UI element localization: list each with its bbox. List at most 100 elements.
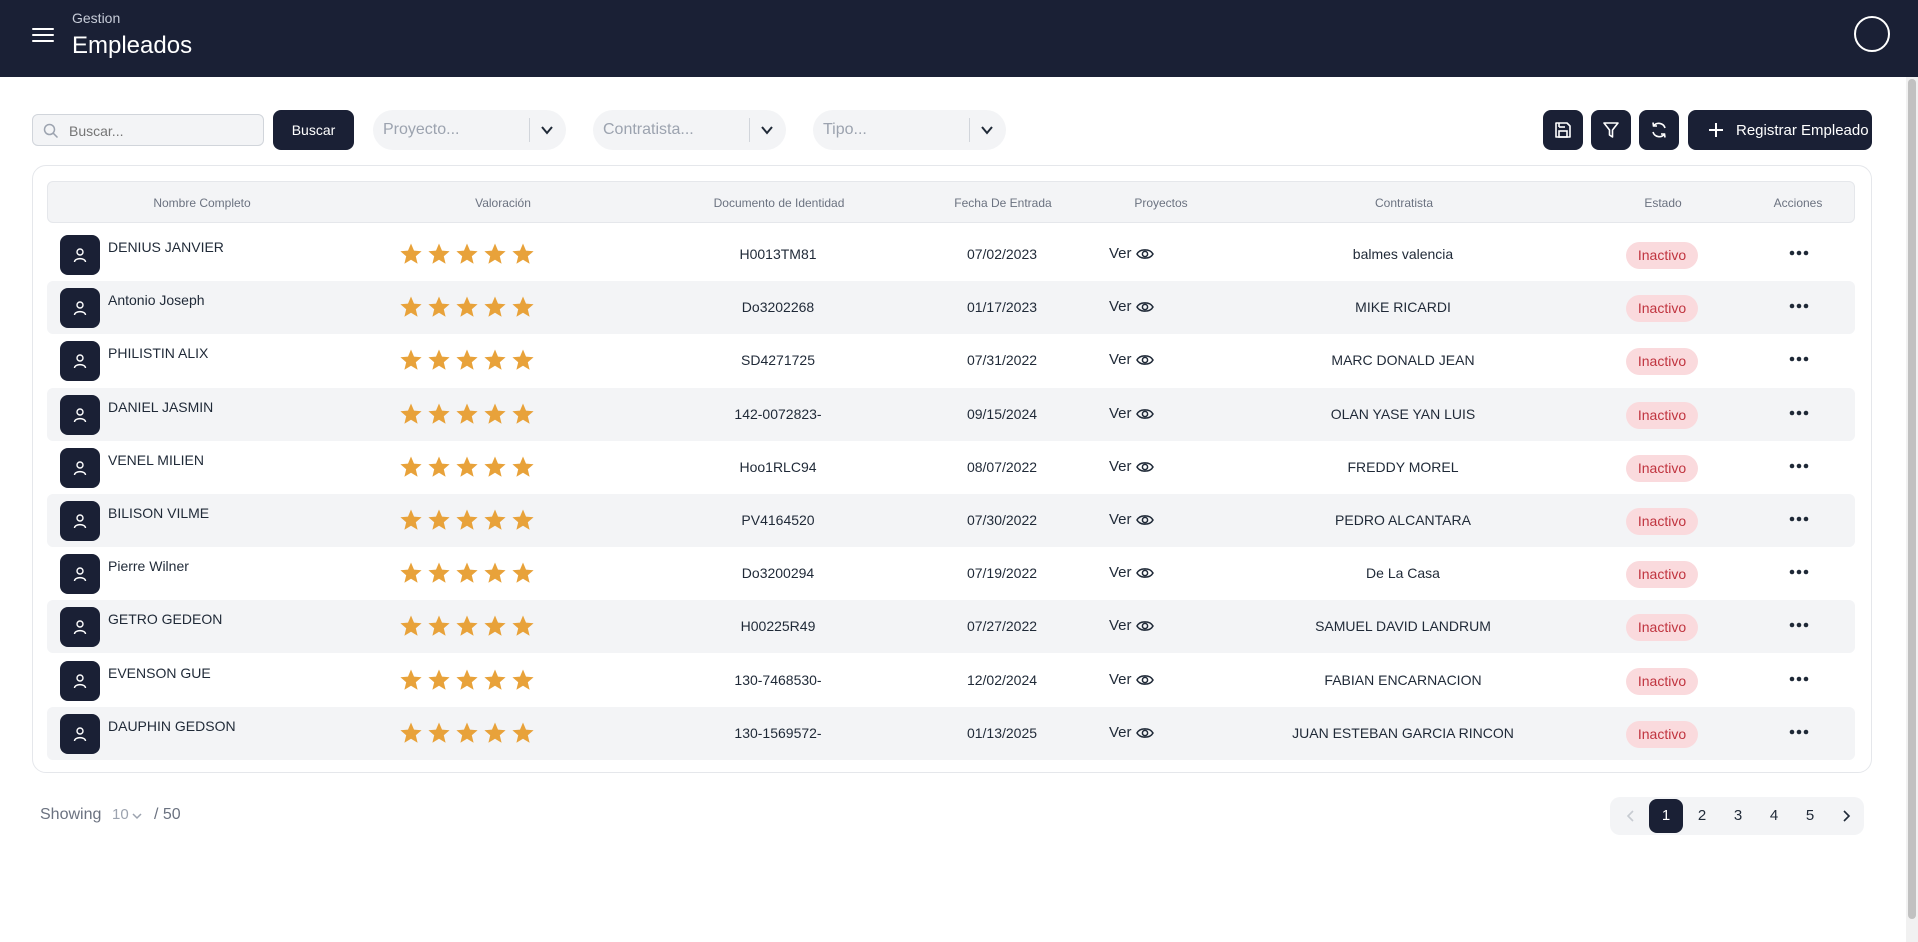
view-projects-link[interactable]: Ver: [1109, 617, 1154, 634]
table-row[interactable]: Antonio Joseph Do3202268 01/17/2023 Ver MIKE…: [47, 281, 1855, 335]
star-icon[interactable]: [399, 295, 423, 319]
star-icon[interactable]: [427, 561, 451, 585]
star-icon[interactable]: [399, 668, 423, 692]
star-icon[interactable]: [483, 242, 507, 266]
star-icon[interactable]: [483, 348, 507, 372]
table-row[interactable]: DAUPHIN GEDSON 130-1569572- 01/13/2025 Ver J…: [47, 706, 1855, 760]
star-icon[interactable]: [427, 242, 451, 266]
scrollbar-thumb[interactable]: [1908, 79, 1916, 919]
star-icon[interactable]: [455, 668, 479, 692]
page-button[interactable]: 4: [1757, 799, 1791, 833]
save-button[interactable]: [1543, 110, 1583, 150]
star-icon[interactable]: [483, 614, 507, 638]
row-actions-button[interactable]: [1787, 349, 1811, 369]
table-row[interactable]: PHILISTIN ALIX SD4271725 07/31/2022 Ver MARC…: [47, 334, 1855, 387]
profile-avatar[interactable]: [1854, 16, 1890, 52]
table-row[interactable]: DANIEL JASMIN 142-0072823- 09/15/2024 Ver OL…: [47, 387, 1855, 441]
star-icon[interactable]: [427, 614, 451, 638]
star-icon[interactable]: [427, 295, 451, 319]
star-icon[interactable]: [483, 561, 507, 585]
table-row[interactable]: EVENSON GUE 130-7468530- 12/02/2024 Ver FABI…: [47, 654, 1855, 707]
star-icon[interactable]: [511, 295, 535, 319]
table-row[interactable]: DENIUS JANVIER H0013TM81 07/02/2023 Ver balm…: [47, 228, 1855, 281]
star-icon[interactable]: [455, 455, 479, 479]
page-button[interactable]: 3: [1721, 799, 1755, 833]
employee-name[interactable]: EVENSON GUE: [108, 665, 211, 681]
star-icon[interactable]: [399, 348, 423, 372]
star-icon[interactable]: [427, 668, 451, 692]
previous-page-button[interactable]: [1614, 799, 1648, 833]
star-icon[interactable]: [483, 455, 507, 479]
view-projects-link[interactable]: Ver: [1109, 511, 1154, 528]
table-row[interactable]: VENEL MILIEN Hoo1RLC94 08/07/2022 Ver FREDDY…: [47, 441, 1855, 494]
view-projects-link[interactable]: Ver: [1109, 351, 1154, 368]
register-employee-button[interactable]: Registrar Empleado: [1688, 110, 1872, 150]
view-projects-link[interactable]: Ver: [1109, 671, 1154, 688]
refresh-button[interactable]: [1639, 110, 1679, 150]
row-actions-button[interactable]: [1787, 403, 1811, 423]
row-actions-button[interactable]: [1787, 722, 1811, 742]
employee-name[interactable]: VENEL MILIEN: [108, 452, 204, 468]
employee-name[interactable]: DAUPHIN GEDSON: [108, 718, 236, 734]
star-icon[interactable]: [483, 721, 507, 745]
view-projects-link[interactable]: Ver: [1109, 458, 1154, 475]
star-icon[interactable]: [511, 561, 535, 585]
per-page-select[interactable]: 10: [112, 806, 142, 823]
star-icon[interactable]: [455, 614, 479, 638]
view-projects-link[interactable]: Ver: [1109, 405, 1154, 422]
star-icon[interactable]: [483, 402, 507, 426]
star-icon[interactable]: [399, 402, 423, 426]
table-row[interactable]: GETRO GEDEON H00225R49 07/27/2022 Ver SAMUEL…: [47, 600, 1855, 654]
star-icon[interactable]: [427, 721, 451, 745]
star-icon[interactable]: [427, 402, 451, 426]
column-header-document[interactable]: Documento de Identidad: [714, 196, 845, 210]
employee-name[interactable]: PHILISTIN ALIX: [108, 345, 208, 361]
row-actions-button[interactable]: [1787, 669, 1811, 689]
star-icon[interactable]: [511, 614, 535, 638]
column-header-contractor[interactable]: Contratista: [1375, 196, 1433, 210]
star-icon[interactable]: [399, 614, 423, 638]
star-icon[interactable]: [483, 295, 507, 319]
page-button[interactable]: 2: [1685, 799, 1719, 833]
star-icon[interactable]: [399, 242, 423, 266]
search-button[interactable]: Buscar: [273, 110, 354, 150]
star-icon[interactable]: [455, 561, 479, 585]
star-icon[interactable]: [511, 508, 535, 532]
star-icon[interactable]: [483, 508, 507, 532]
row-actions-button[interactable]: [1787, 243, 1811, 263]
star-icon[interactable]: [399, 508, 423, 532]
star-icon[interactable]: [511, 402, 535, 426]
star-icon[interactable]: [511, 455, 535, 479]
contractor-select[interactable]: Contratista...: [593, 110, 786, 150]
table-row[interactable]: Pierre Wilner Do3200294 07/19/2022 Ver De La…: [47, 547, 1855, 600]
star-icon[interactable]: [427, 455, 451, 479]
star-icon[interactable]: [455, 508, 479, 532]
employee-name[interactable]: Pierre Wilner: [108, 558, 189, 574]
row-actions-button[interactable]: [1787, 509, 1811, 529]
view-projects-link[interactable]: Ver: [1109, 245, 1154, 262]
project-select[interactable]: Proyecto...: [373, 110, 566, 150]
view-projects-link[interactable]: Ver: [1109, 298, 1154, 315]
view-projects-link[interactable]: Ver: [1109, 564, 1154, 581]
star-icon[interactable]: [455, 242, 479, 266]
star-icon[interactable]: [427, 508, 451, 532]
star-icon[interactable]: [455, 402, 479, 426]
search-input[interactable]: [69, 121, 254, 141]
column-header-rating[interactable]: Valoración: [475, 196, 531, 210]
star-icon[interactable]: [399, 561, 423, 585]
page-button[interactable]: 5: [1793, 799, 1827, 833]
star-icon[interactable]: [483, 668, 507, 692]
star-icon[interactable]: [399, 455, 423, 479]
view-projects-link[interactable]: Ver: [1109, 724, 1154, 741]
star-icon[interactable]: [511, 668, 535, 692]
row-actions-button[interactable]: [1787, 456, 1811, 476]
employee-name[interactable]: GETRO GEDEON: [108, 611, 222, 627]
menu-icon[interactable]: [32, 24, 54, 46]
page-button[interactable]: 1: [1649, 799, 1683, 833]
star-icon[interactable]: [511, 242, 535, 266]
star-icon[interactable]: [455, 721, 479, 745]
star-icon[interactable]: [455, 348, 479, 372]
employee-name[interactable]: Antonio Joseph: [108, 292, 205, 308]
filter-button[interactable]: [1591, 110, 1631, 150]
star-icon[interactable]: [511, 721, 535, 745]
